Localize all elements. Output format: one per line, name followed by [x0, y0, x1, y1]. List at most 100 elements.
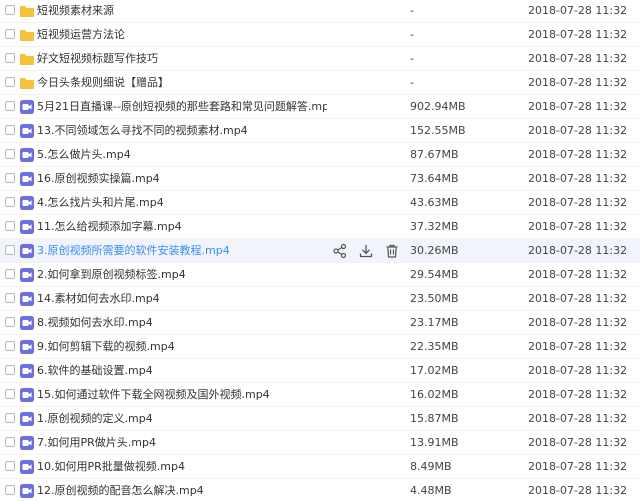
- row-checkbox[interactable]: [5, 197, 15, 207]
- row-checkbox[interactable]: [5, 293, 15, 303]
- row-actions: [332, 243, 400, 259]
- row-checkbox[interactable]: [5, 77, 15, 87]
- file-row[interactable]: 5.怎么做片头.mp4 87.67MB 2018-07-28 11:32: [0, 143, 640, 167]
- folder-icon: [19, 3, 35, 19]
- file-row[interactable]: 12.原创视频的配音怎么解决.mp4 4.48MB 2018-07-28 11:32: [0, 479, 640, 501]
- file-name[interactable]: 7.如何用PR做片头.mp4: [37, 431, 156, 455]
- folder-icon: [19, 27, 35, 43]
- file-row[interactable]: 4.怎么找片头和片尾.mp4 43.63MB 2018-07-28 11:32: [0, 191, 640, 215]
- file-row[interactable]: 16.原创视频实操篇.mp4 73.64MB 2018-07-28 11:32: [0, 167, 640, 191]
- file-size: 37.32MB: [410, 220, 459, 233]
- file-row[interactable]: 1.原创视频的定义.mp4 15.87MB 2018-07-28 11:32: [0, 407, 640, 431]
- file-name[interactable]: 8.视频如何去水印.mp4: [37, 311, 153, 335]
- file-row[interactable]: 2.如何拿到原创视频标签.mp4 29.54MB 2018-07-28 11:32: [0, 263, 640, 287]
- file-size: -: [410, 76, 414, 89]
- file-date: 2018-07-28 11:32: [528, 220, 628, 233]
- video-icon: [19, 339, 35, 355]
- video-icon: [19, 219, 35, 235]
- file-name[interactable]: 10.如何用PR批量做视频.mp4: [37, 455, 185, 479]
- folder-row[interactable]: 今日头条规则细说【赠品】 - 2018-07-28 11:32: [0, 71, 640, 95]
- file-name[interactable]: 13.不同领域怎么寻找不同的视频素材.mp4: [37, 119, 248, 143]
- row-checkbox[interactable]: [5, 149, 15, 159]
- file-name[interactable]: 14.素材如何去水印.mp4: [37, 287, 160, 311]
- row-checkbox[interactable]: [5, 29, 15, 39]
- file-date: 2018-07-28 11:32: [528, 364, 628, 377]
- file-date: 2018-07-28 11:32: [528, 124, 628, 137]
- row-checkbox[interactable]: [5, 173, 15, 183]
- video-icon: [19, 147, 35, 163]
- file-name[interactable]: 1.原创视频的定义.mp4: [37, 407, 153, 431]
- file-date: 2018-07-28 11:32: [528, 292, 628, 305]
- file-name[interactable]: 3.原创视频所需要的软件安装教程.mp4: [37, 239, 230, 263]
- file-name[interactable]: 4.怎么找片头和片尾.mp4: [37, 191, 164, 215]
- file-date: 2018-07-28 11:32: [528, 412, 628, 425]
- file-name[interactable]: 短视频素材来源: [37, 0, 114, 23]
- row-checkbox[interactable]: [5, 437, 15, 447]
- file-name[interactable]: 好文短视频标题写作技巧: [37, 47, 158, 71]
- file-date: 2018-07-28 11:32: [528, 244, 628, 257]
- row-checkbox[interactable]: [5, 413, 15, 423]
- file-size: 13.91MB: [410, 436, 459, 449]
- row-checkbox[interactable]: [5, 221, 15, 231]
- file-date: 2018-07-28 11:32: [528, 52, 628, 65]
- delete-icon[interactable]: [384, 243, 400, 259]
- file-list: 短视频素材来源 - 2018-07-28 11:32 短视频运营方法论 - 2018-07…: [0, 0, 640, 501]
- video-icon: [19, 315, 35, 331]
- file-row[interactable]: 8.视频如何去水印.mp4 23.17MB 2018-07-28 11:32: [0, 311, 640, 335]
- row-checkbox[interactable]: [5, 101, 15, 111]
- folder-row[interactable]: 好文短视频标题写作技巧 - 2018-07-28 11:32: [0, 47, 640, 71]
- file-size: 43.63MB: [410, 196, 459, 209]
- file-name[interactable]: 5.怎么做片头.mp4: [37, 143, 131, 167]
- folder-row[interactable]: 短视频运营方法论 - 2018-07-28 11:32: [0, 23, 640, 47]
- row-checkbox[interactable]: [5, 317, 15, 327]
- row-checkbox[interactable]: [5, 269, 15, 279]
- folder-row[interactable]: 短视频素材来源 - 2018-07-28 11:32: [0, 0, 640, 23]
- file-size: 29.54MB: [410, 268, 459, 281]
- file-date: 2018-07-28 11:32: [528, 460, 628, 473]
- file-row[interactable]: 3.原创视频所需要的软件安装教程.mp4 30.26MB 2018-07-28 11…: [0, 239, 640, 263]
- file-name[interactable]: 今日头条规则细说【赠品】: [37, 71, 169, 95]
- share-icon[interactable]: [332, 243, 348, 259]
- video-icon: [19, 363, 35, 379]
- file-name[interactable]: 短视频运营方法论: [37, 23, 125, 47]
- file-row[interactable]: 7.如何用PR做片头.mp4 13.91MB 2018-07-28 11:32: [0, 431, 640, 455]
- row-checkbox[interactable]: [5, 5, 15, 15]
- row-checkbox[interactable]: [5, 389, 15, 399]
- file-row[interactable]: 13.不同领域怎么寻找不同的视频素材.mp4 152.55MB 2018-07-28…: [0, 119, 640, 143]
- file-name[interactable]: 15.如何通过软件下载全网视频及国外视频.mp4: [37, 383, 270, 407]
- file-name[interactable]: 16.原创视频实操篇.mp4: [37, 167, 160, 191]
- file-name[interactable]: 5月21日直播课--原创短视频的那些套路和常见问题解答.mp4: [37, 95, 327, 119]
- file-row[interactable]: 9.如何剪辑下载的视频.mp4 22.35MB 2018-07-28 11:32: [0, 335, 640, 359]
- row-checkbox[interactable]: [5, 341, 15, 351]
- video-icon: [19, 435, 35, 451]
- row-checkbox[interactable]: [5, 485, 15, 495]
- file-row[interactable]: 14.素材如何去水印.mp4 23.50MB 2018-07-28 11:32: [0, 287, 640, 311]
- file-name[interactable]: 6.软件的基础设置.mp4: [37, 359, 153, 383]
- video-icon: [19, 123, 35, 139]
- video-icon: [19, 99, 35, 115]
- row-checkbox[interactable]: [5, 245, 15, 255]
- file-row[interactable]: 11.怎么给视频添加字幕.mp4 37.32MB 2018-07-28 11:32: [0, 215, 640, 239]
- row-checkbox[interactable]: [5, 365, 15, 375]
- file-date: 2018-07-28 11:32: [528, 316, 628, 329]
- file-date: 2018-07-28 11:32: [528, 484, 628, 497]
- file-name[interactable]: 12.原创视频的配音怎么解决.mp4: [37, 479, 204, 501]
- file-name[interactable]: 2.如何拿到原创视频标签.mp4: [37, 263, 186, 287]
- file-name[interactable]: 9.如何剪辑下载的视频.mp4: [37, 335, 175, 359]
- video-icon: [19, 267, 35, 283]
- file-row[interactable]: 6.软件的基础设置.mp4 17.02MB 2018-07-28 11:32: [0, 359, 640, 383]
- video-icon: [19, 291, 35, 307]
- download-icon[interactable]: [358, 243, 374, 259]
- file-date: 2018-07-28 11:32: [528, 4, 628, 17]
- file-row[interactable]: 10.如何用PR批量做视频.mp4 8.49MB 2018-07-28 11:32: [0, 455, 640, 479]
- file-row[interactable]: 5月21日直播课--原创短视频的那些套路和常见问题解答.mp4 902.94MB 2…: [0, 95, 640, 119]
- file-date: 2018-07-28 11:32: [528, 100, 628, 113]
- video-icon: [19, 171, 35, 187]
- file-name[interactable]: 11.怎么给视频添加字幕.mp4: [37, 215, 182, 239]
- row-checkbox[interactable]: [5, 125, 15, 135]
- file-size: 22.35MB: [410, 340, 459, 353]
- row-checkbox[interactable]: [5, 461, 15, 471]
- file-row[interactable]: 15.如何通过软件下载全网视频及国外视频.mp4 16.02MB 2018-07-2…: [0, 383, 640, 407]
- file-size: 17.02MB: [410, 364, 459, 377]
- row-checkbox[interactable]: [5, 53, 15, 63]
